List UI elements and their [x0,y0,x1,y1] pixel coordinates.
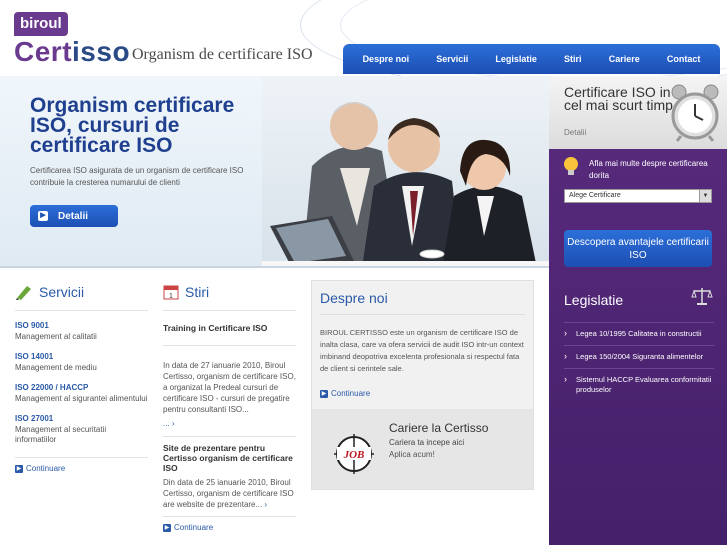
stiri-more-link[interactable]: ▶ Continuare [163,516,296,532]
nav-legislatie[interactable]: Legislatie [495,54,537,64]
news-item: Site de prezentare pentru Certisso organ… [163,436,296,510]
stiri-title: Stiri [185,284,210,300]
chevron-down-icon: ▼ [699,190,711,202]
cariere-apply[interactable]: Aplica acum! [389,450,435,459]
servicii-more-link[interactable]: ▶ Continuare [15,457,148,473]
logo-biroul[interactable]: biroul [14,12,68,36]
arrow-right-icon: ▶ [15,464,23,473]
legislatie-list: Legea 10/1995 Calitatea in constructii L… [564,322,714,401]
chevron-right-icon: › [171,419,175,428]
legislatie-item[interactable]: Legea 10/1995 Calitatea in constructii [564,322,714,345]
job-logo-text: JOB [343,449,365,461]
discover-advantages-button[interactable]: Descopera avantajele certificarii ISO [564,230,712,267]
calendar-icon: 1 [163,285,179,300]
certificare-select-value: Alege Certificare [569,192,621,199]
news-body: Din data de 25 ianuarie 2010, Biroul Cer… [163,477,296,510]
certificare-promo-link[interactable]: Detalii [564,128,586,137]
service-code[interactable]: ISO 22000 / HACCP [15,383,148,392]
stiri-heading: 1 Stiri [163,284,296,311]
servicii-heading: Servicii [15,284,148,311]
main-nav: Despre noi Servicii Legislatie Stiri Car… [343,44,720,74]
nav-stiri[interactable]: Stiri [564,54,582,64]
service-code[interactable]: ISO 27001 [15,414,148,423]
news-item: Training in Certificare ISO In data de 2… [163,323,296,428]
legislatie-title: Legislatie [564,292,624,308]
certificare-select[interactable]: Alege Certificare ▼ [564,189,712,203]
service-desc: Management al securitatii informatiilor [15,425,107,444]
site-tagline: Organism de certificare ISO [132,46,313,63]
logo-isso-part: isso [72,36,131,67]
service-item[interactable]: ISO 14001 Management de mediu [15,352,148,373]
pen-icon [16,286,31,300]
business-people-photo [262,76,549,266]
nav-despre-noi[interactable]: Despre noi [363,54,410,64]
nav-servicii[interactable]: Servicii [436,54,468,64]
arrow-right-icon: ▶ [38,211,48,221]
service-item[interactable]: ISO 22000 / HACCP Management al sigurant… [15,383,148,404]
stiri-section: 1 Stiri Training in Certificare ISO In d… [163,284,296,532]
despre-more-link[interactable]: ▶ Continuare [320,389,370,398]
servicii-title: Servicii [39,284,85,300]
stiri-more-label: Continuare [174,523,214,532]
hero-details-label: Detalii [58,210,89,222]
legislatie-item[interactable]: Legea 150/2004 Siguranta alimentelor [564,345,714,368]
lightbulb-icon [564,157,578,175]
despre-section: Despre noi BIROUL CERTISSO este un organ… [311,280,534,490]
certificare-promo[interactable]: Certificare ISO in cel mai scurt timp De… [549,76,727,149]
service-item[interactable]: ISO 9001 Management al calitatii [15,321,148,342]
scales-of-justice-icon [691,288,713,305]
right-sidebar: Certificare ISO in cel mai scurt timp De… [549,76,727,545]
despre-title: Despre noi [320,290,388,306]
news-more-label: ... [163,419,170,428]
despre-text: BIROUL CERTISSO este un organism de cert… [320,328,524,373]
news-more-link[interactable]: ... › [163,419,296,428]
news-title[interactable]: Site de prezentare pentru Certisso organ… [163,443,296,473]
cariere-box[interactable]: JOB Cariere la Certisso Cariera ta incep… [312,409,533,489]
chevron-right-icon[interactable]: › [264,500,267,509]
hero-details-button[interactable]: ▶ Detalii [30,205,118,227]
logo-certisso[interactable]: Certisso [14,36,130,68]
service-code[interactable]: ISO 14001 [15,352,148,361]
cariere-title[interactable]: Cariere la Certisso [389,421,488,435]
divider [320,314,525,315]
logo-cert-part: Cert [14,36,73,67]
service-desc: Management al sigurantei alimentului [15,394,148,403]
arrow-right-icon: ▶ [320,389,328,398]
legislatie-item[interactable]: Sistemul HACCP Evaluarea conformitatii p… [564,368,714,401]
nav-contact[interactable]: Contact [667,54,701,64]
info-text: Afla mai multe despre certificarea dorit… [589,159,708,180]
despre-more-label: Continuare [331,389,371,398]
hero-title: Organism certificare ISO, cursuri de cer… [30,94,235,157]
servicii-section: Servicii ISO 9001 Management al calitati… [15,284,148,473]
arrow-right-icon: ▶ [163,523,171,532]
news-body-text: Din data de 25 ianuarie 2010, Biroul Cer… [163,478,294,509]
service-desc: Management al calitatii [15,332,97,341]
service-item[interactable]: ISO 27001 Management al securitatii info… [15,414,148,445]
hero-description: Certificarea ISO asigurata de un organis… [30,166,244,187]
cariere-subtitle: Cariera ta incepe aici [389,438,465,447]
servicii-more-label: Continuare [26,464,66,473]
alarm-clock-icon [671,84,719,142]
news-body: In data de 27 ianuarie 2010, Biroul Cert… [163,345,296,415]
news-title[interactable]: Training in Certificare ISO [163,323,296,333]
svg-text:1: 1 [169,293,173,300]
certificare-promo-title: Certificare ISO in cel mai scurt timp [564,84,673,113]
service-code[interactable]: ISO 9001 [15,321,148,330]
job-crosshair-logo: JOB [334,434,374,474]
nav-cariere[interactable]: Cariere [609,54,640,64]
service-desc: Management de mediu [15,363,97,372]
hero-banner: Organism certificare ISO, cursuri de cer… [0,76,549,268]
